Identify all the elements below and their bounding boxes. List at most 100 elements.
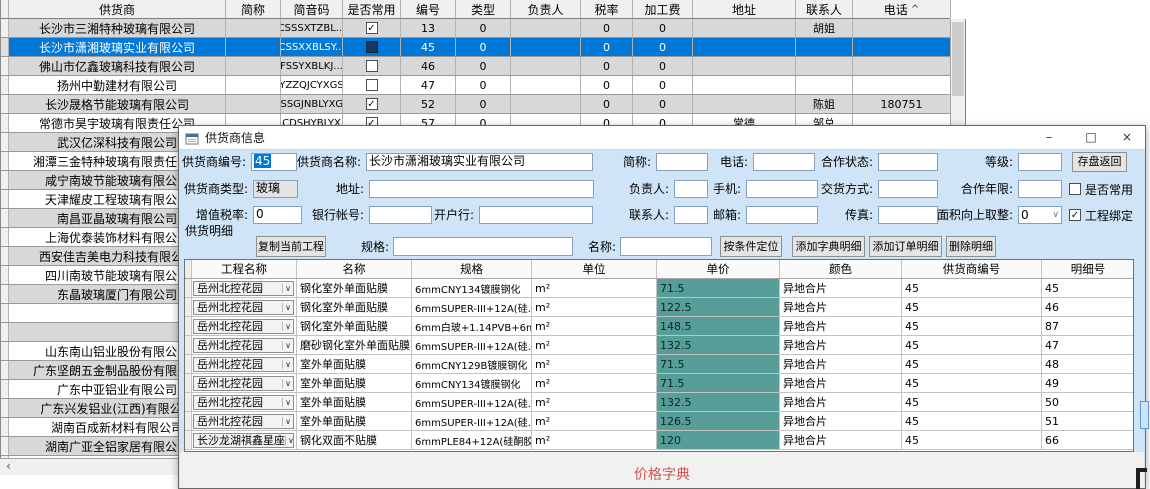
grid-cell[interactable]: 异地合片: [780, 412, 902, 430]
name-filter-input[interactable]: [620, 237, 712, 256]
grid-cell[interactable]: 6mm白玻+1.14PVB+6mm...: [412, 317, 532, 335]
grid-cell[interactable]: 6mmCNY134镀膜钢化: [412, 279, 532, 297]
grid-cell[interactable]: 45: [1042, 279, 1134, 297]
grid-cell[interactable]: 岳州北控花园∨: [192, 393, 297, 411]
copy-current-project-button[interactable]: 复制当前工程: [256, 236, 326, 257]
grid-cell[interactable]: 异地合片: [780, 298, 902, 316]
add-dictionary-detail-button[interactable]: 添加字典明细: [792, 236, 865, 257]
grid-cell[interactable]: 岳州北控花园∨: [192, 279, 297, 297]
project_bind-checkbox[interactable]: ✓工程绑定: [1069, 207, 1133, 223]
column-header[interactable]: 联系人: [796, 0, 853, 18]
email-field[interactable]: [746, 206, 818, 224]
phone-field[interactable]: [753, 153, 815, 171]
area_round_up-field[interactable]: 0∨: [1018, 206, 1062, 224]
grid-column-header[interactable]: 供货商编号: [902, 260, 1042, 278]
coop_years-field[interactable]: [1018, 180, 1062, 198]
grid-cell[interactable]: 6mmPLE84+12A(硅酮胶...: [412, 431, 532, 449]
project-combo[interactable]: 岳州北控花园∨: [193, 281, 294, 296]
add-order-detail-button[interactable]: 添加订单明细: [869, 236, 942, 257]
grid-cell[interactable]: 126.5: [657, 412, 780, 430]
grid-cell[interactable]: 异地合片: [780, 431, 902, 449]
grid-cell[interactable]: 钢化室外单面贴膜: [297, 279, 412, 297]
project-combo[interactable]: 岳州北控花园∨: [193, 357, 294, 372]
grid-cell[interactable]: 51: [1042, 412, 1134, 430]
grid-row[interactable]: 岳州北控花园∨室外单面贴膜6mmCNY134镀膜钢化m²71.5异地合片4549: [185, 374, 1133, 393]
grid-cell[interactable]: 6mmSUPER-III+12A(硅...: [412, 412, 532, 430]
dialog-title-bar[interactable]: 供货商信息 – □ ×: [179, 126, 1145, 150]
grid-cell[interactable]: 50: [1042, 393, 1134, 411]
grid-cell[interactable]: 岳州北控花园∨: [192, 412, 297, 430]
grid-row[interactable]: 岳州北控花园∨室外单面贴膜6mmCNY129B镀膜钢化m²71.5异地合片454…: [185, 355, 1133, 374]
grid-cell[interactable]: 室外单面贴膜: [297, 374, 412, 392]
project-combo[interactable]: 岳州北控花园∨: [193, 300, 294, 315]
locate-by-condition-button[interactable]: 按条件定位: [720, 236, 782, 257]
grid-cell[interactable]: 岳州北控花园∨: [192, 374, 297, 392]
grid-cell[interactable]: 45: [902, 317, 1042, 335]
grid-column-header[interactable]: 单价: [657, 260, 780, 278]
project-combo[interactable]: 岳州北控花园∨: [193, 376, 294, 391]
grid-cell[interactable]: 87: [1042, 317, 1134, 335]
grid-cell[interactable]: 71.5: [657, 279, 780, 297]
delete-detail-button[interactable]: 删除明细: [946, 236, 996, 257]
grid-cell[interactable]: 长沙龙湖祺鑫星座∨: [192, 431, 297, 449]
grid-row[interactable]: 岳州北控花园∨室外单面贴膜6mmSUPER-III+12A(硅...m²126.…: [185, 412, 1133, 431]
grid-cell[interactable]: 异地合片: [780, 393, 902, 411]
grid-cell[interactable]: 异地合片: [780, 374, 902, 392]
grid-cell[interactable]: m²: [532, 279, 657, 297]
grid-cell[interactable]: 岳州北控花园∨: [192, 336, 297, 354]
bank_branch-field[interactable]: [479, 206, 593, 224]
checkbox-checked[interactable]: ✓: [366, 98, 378, 110]
table-row[interactable]: 长沙市三湘特种玻璃有限公司CSSSXTZBL...✓13000胡姐: [1, 19, 950, 38]
spec-filter-input[interactable]: [393, 237, 573, 256]
grid-cell[interactable]: m²: [532, 317, 657, 335]
grid-cell[interactable]: 磨砂钢化室外单面贴膜: [297, 336, 412, 354]
grid-cell[interactable]: 45: [902, 298, 1042, 316]
column-header[interactable]: 是否常用: [343, 0, 401, 18]
grid-cell[interactable]: 室外单面贴膜: [297, 412, 412, 430]
grid-cell[interactable]: 岳州北控花园∨: [192, 355, 297, 373]
table-row[interactable]: 扬州中勤建材有限公司YZZQJCYXGS47000: [1, 76, 950, 95]
grid-cell[interactable]: 45: [902, 355, 1042, 373]
save-return-button[interactable]: 存盘返回: [1072, 152, 1127, 172]
grid-column-header[interactable]: 工程名称: [192, 260, 297, 278]
grid-row[interactable]: 岳州北控花园∨钢化室外单面贴膜6mmCNY134镀膜钢化m²71.5异地合片 45…: [185, 279, 1133, 298]
column-header[interactable]: 编号: [401, 0, 456, 18]
close-button[interactable]: ×: [1109, 126, 1145, 149]
column-header[interactable]: 税率: [581, 0, 633, 18]
grid-column-header[interactable]: 名称: [297, 260, 412, 278]
manager-field[interactable]: [674, 180, 708, 198]
supplier_no-field[interactable]: 45: [251, 153, 297, 171]
grid-cell[interactable]: 异地合片: [780, 317, 902, 335]
grid-cell[interactable]: m²: [532, 431, 657, 449]
grid-cell[interactable]: 6mmSUPER-III+12A(硅...: [412, 298, 532, 316]
grid-column-header[interactable]: 颜色: [780, 260, 902, 278]
grid-row[interactable]: 岳州北控花园∨钢化室外单面贴膜6mm白玻+1.14PVB+6mm...m²148…: [185, 317, 1133, 336]
project-combo[interactable]: 长沙龙湖祺鑫星座∨: [193, 433, 294, 448]
delivery_method-field[interactable]: [878, 180, 938, 198]
grid-cell[interactable]: 45: [902, 336, 1042, 354]
grid-cell[interactable]: 66: [1042, 431, 1134, 449]
address-field[interactable]: [369, 180, 594, 198]
column-header[interactable]: 加工费: [633, 0, 693, 18]
grid-cell[interactable]: m²: [532, 355, 657, 373]
grid-row[interactable]: 岳州北控花园∨室外单面贴膜6mmSUPER-III+12A(硅...m²132.…: [185, 393, 1133, 412]
grid-cell[interactable]: 48: [1042, 355, 1134, 373]
table-row[interactable]: 长沙晟格节能玻璃有限公司CSSGJNBLYXGS✓52000陈姐180751: [1, 95, 950, 114]
grid-cell[interactable]: 6mmSUPER-III+12A(硅...: [412, 393, 532, 411]
grade-field[interactable]: [1018, 153, 1062, 171]
is_common-checkbox[interactable]: 是否常用: [1069, 181, 1133, 197]
bank_account-field[interactable]: [369, 206, 432, 224]
grid-cell[interactable]: 6mmCNY129B镀膜钢化: [412, 355, 532, 373]
column-header[interactable]: 负责人: [511, 0, 581, 18]
grid-cell[interactable]: 71.5: [657, 374, 780, 392]
grid-cell[interactable]: 钢化室外单面贴膜: [297, 317, 412, 335]
scroll-left-arrow-icon[interactable]: ‹: [0, 459, 17, 475]
project-combo[interactable]: 岳州北控花园∨: [193, 338, 294, 353]
grid-cell[interactable]: m²: [532, 412, 657, 430]
grid-cell[interactable]: 异地合片: [780, 279, 902, 297]
maximize-button[interactable]: □: [1073, 126, 1109, 149]
table-row[interactable]: 佛山市亿鑫玻璃科技有限公司FSSYXBLKJ...46000: [1, 57, 950, 76]
grid-cell[interactable]: 钢化室外单面贴膜: [297, 298, 412, 316]
grid-cell[interactable]: 异地合片: [780, 336, 902, 354]
abbr-field[interactable]: [656, 153, 708, 171]
